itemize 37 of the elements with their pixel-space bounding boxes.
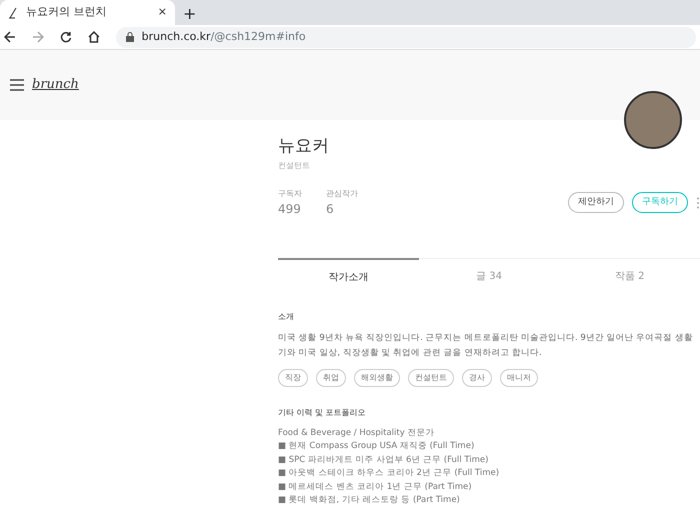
proposal-button[interactable]: 제안하기 xyxy=(568,192,624,214)
keyword-tag[interactable]: 취업 xyxy=(316,368,346,386)
career-line: ■ 롯데 백화점, 기타 레스토랑 등 (Part Time) xyxy=(278,494,461,507)
section-heading: 기타 이력 및 포트폴리오 xyxy=(278,406,367,418)
section-heading: 소개 xyxy=(278,310,295,322)
stat-label: 관심작가 xyxy=(326,188,358,200)
author-name: 뉴요커 xyxy=(278,135,330,158)
keyword-tag[interactable]: 직장 xyxy=(278,368,308,386)
stat-value: 499 xyxy=(278,200,302,218)
menu-icon[interactable] xyxy=(10,79,24,91)
career-line: ■ 메르세데스 벤츠 코리아 1년 근무 (Part Time) xyxy=(278,480,473,494)
lock-icon xyxy=(126,32,134,42)
profile-tab[interactable]: 작품 2 xyxy=(559,258,700,294)
stat-label: 구독자 xyxy=(278,188,302,200)
url-text: brunch.co.kr/@csh129m#info xyxy=(142,28,306,45)
keyword-tag[interactable]: 해외생활 xyxy=(354,368,400,386)
profile-tab[interactable]: 글 34 xyxy=(418,258,560,294)
new-tab-button[interactable]: + xyxy=(175,3,204,25)
keyword-tag[interactable]: 경사 xyxy=(462,368,492,386)
profile-tab[interactable]: 작가소개 xyxy=(278,258,419,294)
brunch-logo[interactable]: brunch xyxy=(32,75,79,95)
stat-value: 6 xyxy=(326,200,335,218)
career-line: Food & Beverage / Hospitality 전문가 xyxy=(278,426,436,440)
address-bar[interactable]: brunch.co.kr/@csh129m#info xyxy=(116,26,696,48)
home-icon[interactable] xyxy=(88,31,100,43)
tab-title[interactable]: 뉴요커의 브런치 xyxy=(26,4,150,21)
keyword-tag[interactable]: 매니저 xyxy=(500,368,538,386)
career-line: ■ 현재 Compass Group USA 재직중 (Full Time) xyxy=(278,440,476,453)
intro-text: 미국 생활 9년차 뉴욕 직장인입니다. 근무지는 메트로폴리탄 미술관입니다. 9년간 일어난 우여곡절 생활기와 미국 일상, 직장생활 및 취업에 관련 글을 연재하려고 합니다. xyxy=(278,332,694,360)
keyword-tag[interactable]: 컨설턴트 xyxy=(408,368,454,386)
back-icon[interactable] xyxy=(4,31,16,43)
tab-favicon-icon xyxy=(8,6,18,18)
career-line: ■ SPC 파리바게트 미주 사업부 6년 근무 (Full Time) xyxy=(278,454,490,466)
author-role: 컨설턴트 xyxy=(278,160,311,172)
tab-close-button[interactable]: × xyxy=(158,4,167,21)
reload-icon[interactable] xyxy=(60,31,72,43)
career-line: ■ 아웃백 스테이크 하우스 코리아 2년 근무 (Full Time) xyxy=(278,467,500,480)
